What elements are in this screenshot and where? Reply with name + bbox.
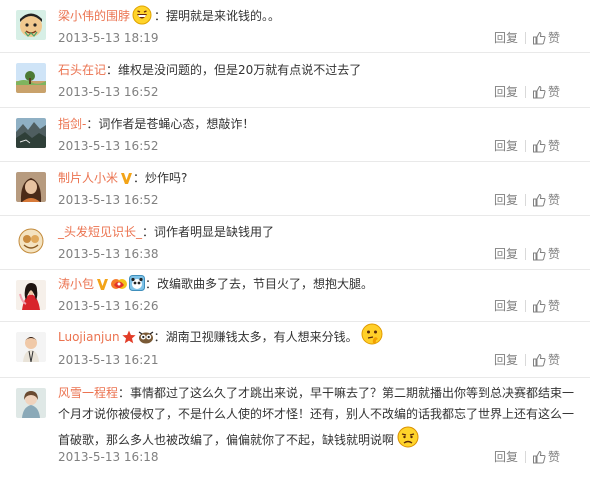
avatar[interactable]: [16, 63, 46, 93]
timestamp: 2013-5-13 16:18: [58, 450, 159, 464]
action-divider: [525, 86, 526, 98]
timestamp: 2013-5-13 18:19: [58, 31, 159, 45]
verified-v-icon[interactable]: [96, 277, 109, 297]
comment-text: 个月才说你被侵权了，不是什么人使的坏才怪！还有，别人不改编的话我都忘了世界上还有…: [58, 407, 575, 421]
comment-item: 石头在记：维权是没问题的，但是20万就有点说不过去了 2013-5-13 16:5…: [0, 53, 590, 108]
timestamp: 2013-5-13 16:26: [58, 299, 159, 313]
grin-face-emoji: [132, 5, 152, 31]
timestamp: 2013-5-13 16:52: [58, 139, 159, 153]
panda-icon[interactable]: [129, 275, 146, 297]
timestamp: 2013-5-13 16:52: [58, 193, 159, 207]
comment-content: 制片人小米 ：炒作吗?: [58, 168, 574, 191]
like-label: 赞: [548, 450, 561, 464]
like-label: 赞: [548, 85, 561, 99]
username-link[interactable]: 石头在记: [58, 63, 106, 77]
separator-colon: ：: [145, 277, 158, 291]
comment-list: 梁小伟的围脖 ：摆明就是来讹钱的。。 2013-5-13 18:19 回复赞石头在记：…: [0, 0, 596, 477]
comment-text: 维权是没问题的，但是20万就有点说不过去了: [118, 63, 362, 77]
comment-item: 梁小伟的围脖 ：摆明就是来讹钱的。。 2013-5-13 18:19 回复 赞: [0, 0, 590, 53]
action-divider: [525, 451, 526, 463]
separator-colon: ：: [154, 9, 167, 23]
separator-colon: ：: [153, 330, 166, 344]
comment-item: 指剑-：词作者是苍蝇心态，想敲诈！ 2013-5-13 16:52 回复 赞: [0, 108, 590, 162]
like-label: 赞: [548, 353, 561, 367]
comment-content: 涛小包 ：改编歌曲多了去，节目火了，想抱大腿。: [58, 274, 574, 297]
username-link[interactable]: 梁小伟的围脖: [58, 9, 130, 23]
thinking-face-emoji: [360, 322, 384, 352]
comment-text: 事情都过了这么久了才跳出来说，早干嘛去了？第二期就播出你等到总决赛都结束一: [130, 386, 575, 400]
separator-colon: ：: [86, 117, 99, 131]
comment-text: 改编歌曲多了去，节目火了，想抱大腿。: [157, 277, 374, 291]
comment-meta: 2013-5-13 18:19 回复 赞: [58, 29, 574, 47]
reply-button[interactable]: 回复: [494, 137, 518, 155]
reply-button[interactable]: 回复: [494, 29, 518, 47]
avatar[interactable]: [16, 226, 46, 256]
reply-button[interactable]: 回复: [494, 191, 518, 209]
username-link[interactable]: 风雪一程程: [58, 386, 118, 400]
comment-text: 词作者是苍蝇心态，想敲诈！: [98, 117, 255, 131]
username-link[interactable]: _头发短见识长_: [58, 225, 142, 239]
reply-button[interactable]: 回复: [494, 245, 518, 263]
separator-colon: ：: [106, 63, 119, 77]
action-divider: [525, 140, 526, 152]
comment-content: 风雪一程程：事情都过了这么久了才跳出来说，早干嘛去了？第二期就播出你等到总决赛都…: [58, 383, 574, 456]
avatar[interactable]: [16, 172, 46, 202]
timestamp: 2013-5-13 16:52: [58, 85, 159, 99]
username-link[interactable]: 指剑-: [58, 117, 86, 131]
timestamp: 2013-5-13 16:21: [58, 353, 159, 367]
comment-meta: 2013-5-13 16:26 回复 赞: [58, 297, 574, 315]
comment-item: 涛小包 ：改编歌曲多了去，节目火了，想抱大腿。 2013-5-13 16:26 回复 赞: [0, 270, 590, 322]
comment-item: 风雪一程程：事情都过了这么久了才跳出来说，早干嘛去了？第二期就播出你等到总决赛都…: [0, 378, 590, 476]
star-icon[interactable]: [121, 330, 136, 350]
comment-content: 指剑-：词作者是苍蝇心态，想敲诈！: [58, 114, 574, 134]
action-divider: [525, 194, 526, 206]
reply-button[interactable]: 回复: [494, 83, 518, 101]
comment-text: 词作者明显是缺钱用了: [154, 225, 275, 239]
comment-meta: 2013-5-13 16:21 回复 赞: [58, 351, 574, 369]
reply-button[interactable]: 回复: [494, 448, 518, 466]
reply-button[interactable]: 回复: [494, 297, 518, 315]
separator-colon: ：: [133, 171, 146, 185]
avatar[interactable]: [16, 332, 46, 362]
comment-meta: 2013-5-13 16:52 回复 赞: [58, 191, 574, 209]
avatar[interactable]: [16, 118, 46, 148]
username-link[interactable]: 涛小包: [58, 277, 94, 291]
like-label: 赞: [548, 193, 561, 207]
owl-icon[interactable]: [138, 330, 154, 350]
like-label: 赞: [548, 139, 561, 153]
comment-content: 石头在记：维权是没问题的，但是20万就有点说不过去了: [58, 60, 574, 80]
separator-colon: ：: [142, 225, 155, 239]
comment-meta: 2013-5-13 16:52 回复 赞: [58, 83, 574, 101]
reply-button[interactable]: 回复: [494, 351, 518, 369]
comment-item: 制片人小米 ：炒作吗? 2013-5-13 16:52 回复 赞: [0, 162, 590, 216]
comment-meta: 2013-5-13 16:18 回复 赞: [58, 448, 574, 466]
avatar[interactable]: [16, 280, 46, 310]
couple-icon[interactable]: [111, 277, 128, 297]
comment-text: 炒作吗?: [145, 171, 188, 185]
comment-content: _头发短见识长_：词作者明显是缺钱用了: [58, 222, 574, 242]
like-label: 赞: [548, 247, 561, 261]
comment-text: 湖南卫视赚钱太多，有人想来分钱。: [165, 330, 358, 344]
action-divider: [525, 354, 526, 366]
comment-meta: 2013-5-13 16:52 回复 赞: [58, 137, 574, 155]
username-link[interactable]: 制片人小米: [58, 171, 118, 185]
separator-colon: ：: [118, 386, 131, 400]
verified-v-icon[interactable]: [120, 171, 133, 191]
comment-text: 摆明就是来讹钱的。。: [166, 9, 281, 23]
timestamp: 2013-5-13 16:38: [58, 247, 159, 261]
comment-item: _头发短见识长_：词作者明显是缺钱用了 2013-5-13 16:38 回复 赞: [0, 216, 590, 270]
like-label: 赞: [548, 299, 561, 313]
comment-meta: 2013-5-13 16:38 回复 赞: [58, 245, 574, 263]
username-link[interactable]: Luojianjun: [58, 330, 120, 344]
comment-content: Luojianjun ：湖南卫视赚钱太多，有人想来分钱。: [58, 322, 574, 352]
action-divider: [525, 248, 526, 260]
comment-item: Luojianjun ：湖南卫视赚钱太多，有人想来分钱。 2013-5-13 16:…: [0, 322, 590, 378]
avatar[interactable]: [16, 388, 46, 418]
avatar[interactable]: [16, 10, 46, 40]
comment-content: 梁小伟的围脖 ：摆明就是来讹钱的。。: [58, 5, 574, 31]
comment-text: 首破歌，那么多人也被改编了，偏偏就你了不起，缺钱就明说啊: [58, 433, 395, 447]
like-label: 赞: [548, 31, 561, 45]
action-divider: [525, 32, 526, 44]
action-divider: [525, 300, 526, 312]
